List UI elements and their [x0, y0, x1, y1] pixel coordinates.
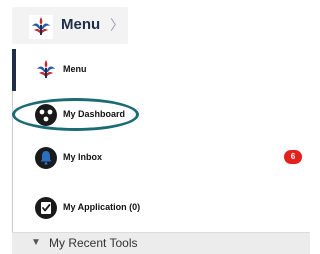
menu-item-my-inbox[interactable]: My Inbox	[16, 137, 310, 179]
menu-item-my-application[interactable]: My Application (0)	[16, 187, 310, 229]
chevron-right-icon: 〉	[110, 17, 124, 33]
bell-icon	[35, 147, 57, 169]
bsa-logo-icon	[29, 15, 53, 39]
menu-item-label: My Dashboard	[63, 109, 126, 119]
menu-item-my-dashboard[interactable]: My Dashboard	[16, 94, 310, 136]
recent-tools-label: My Recent Tools	[49, 236, 138, 250]
inbox-count-badge: 6	[284, 150, 302, 164]
menu-item-label: My Inbox	[63, 152, 103, 162]
menu-label: Menu	[61, 16, 101, 33]
menu-item-label: My Application (0)	[63, 202, 141, 212]
checklist-icon	[35, 197, 57, 219]
top-bar: Menu 〉	[0, 0, 310, 49]
menu-item-menu[interactable]: Menu	[16, 49, 310, 91]
chevron-down-icon: ▼	[31, 237, 41, 248]
dashboard-icon	[35, 104, 57, 126]
menu-toggle-button[interactable]: Menu 〉	[12, 7, 128, 44]
bsa-fleur-de-lis-icon	[34, 58, 58, 82]
recent-tools-section-toggle[interactable]: ▼ My Recent Tools	[12, 232, 310, 254]
menu-item-label: Menu	[63, 64, 87, 74]
